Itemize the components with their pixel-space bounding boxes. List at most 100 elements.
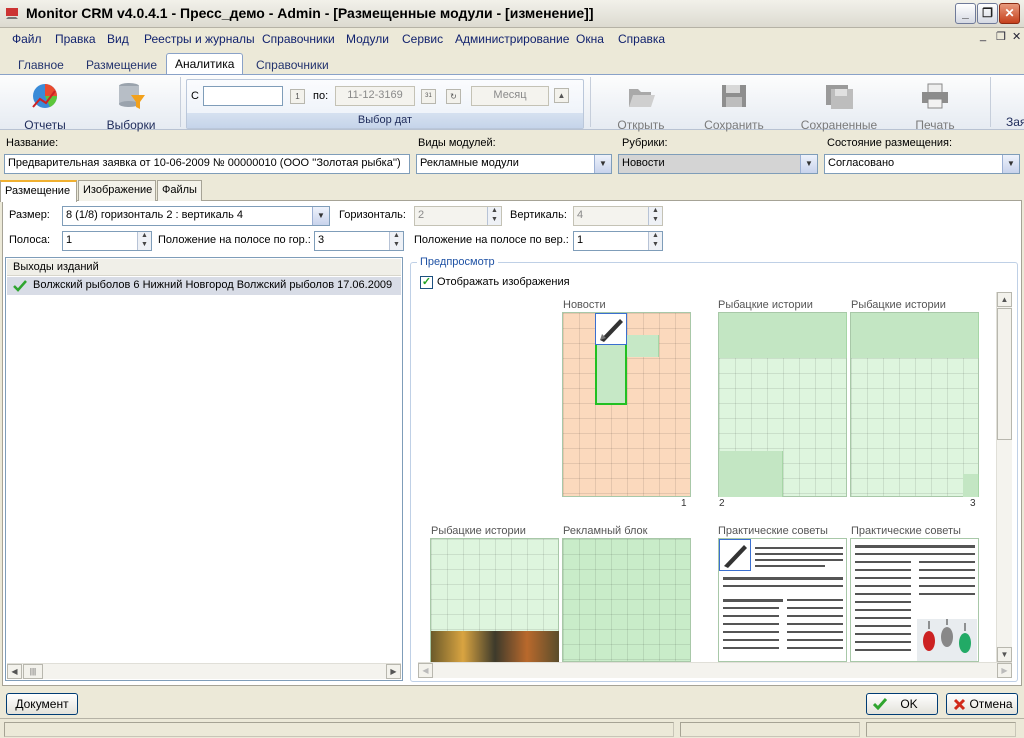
chevron-down-icon[interactable]: ▼ bbox=[1002, 155, 1019, 173]
scroll-left-icon[interactable]: ◀ bbox=[7, 664, 22, 679]
pos-v-spinner[interactable]: ▲ ▼ bbox=[648, 232, 662, 250]
state-select[interactable]: Согласовано ▼ bbox=[824, 154, 1020, 174]
checkmark-icon bbox=[13, 280, 27, 292]
scroll-down-icon[interactable]: ▼ bbox=[997, 647, 1012, 662]
cancel-button[interactable]: Отмена bbox=[946, 693, 1018, 715]
close-button[interactable]: ✕ bbox=[999, 3, 1020, 24]
tab-placement-detail[interactable]: Размещение bbox=[0, 180, 77, 202]
tab-analytics[interactable]: Аналитика bbox=[166, 53, 244, 75]
tab-image[interactable]: Изображение bbox=[78, 180, 156, 201]
saved-button[interactable]: Сохраненные bbox=[800, 79, 878, 132]
tab-directories[interactable]: Справочники bbox=[248, 55, 337, 75]
menu-edit[interactable]: Правка bbox=[55, 32, 96, 46]
scroll-thumb[interactable] bbox=[997, 308, 1012, 440]
band-spinner[interactable]: ▲ ▼ bbox=[137, 232, 151, 250]
preview-hscrollbar[interactable]: ◀ ▶ bbox=[418, 662, 1012, 678]
scroll-left-icon[interactable]: ◀ bbox=[418, 663, 433, 678]
tab-main[interactable]: Главное bbox=[10, 55, 72, 75]
preview-legend: Предпросмотр bbox=[417, 256, 498, 268]
restore-button[interactable]: ❐ bbox=[977, 3, 998, 24]
checkmark-icon bbox=[873, 698, 887, 710]
menu-help[interactable]: Справка bbox=[618, 32, 665, 46]
menu-directories[interactable]: Справочники bbox=[262, 32, 335, 46]
ribbon-tabs: Главное Размещение Аналитика Справочники bbox=[0, 52, 1024, 75]
page-title: Рыбацкие истории bbox=[851, 299, 946, 311]
band-input[interactable]: 1 ▲ ▼ bbox=[62, 231, 152, 251]
tab-files[interactable]: Файлы bbox=[157, 180, 202, 201]
calendar-to-icon[interactable]: 31 bbox=[421, 89, 436, 104]
requests-button-label[interactable]: Зая bbox=[1006, 115, 1024, 129]
state-label: Состояние размещения: bbox=[827, 137, 953, 149]
calendar-from-icon[interactable]: 1 bbox=[290, 89, 305, 104]
page-thumbnail[interactable] bbox=[718, 312, 847, 497]
band-label: Полоса: bbox=[9, 234, 51, 246]
preview-vscrollbar[interactable]: ▲ ▼ bbox=[996, 292, 1012, 662]
pos-v-input[interactable]: 1 ▲ ▼ bbox=[573, 231, 663, 251]
mdi-minimize-icon[interactable]: _ bbox=[980, 30, 986, 42]
document-button[interactable]: Документ bbox=[6, 693, 78, 715]
tab-placement[interactable]: Размещение bbox=[78, 55, 165, 75]
scroll-right-icon[interactable]: ▶ bbox=[386, 664, 401, 679]
period-toggle-icon[interactable]: ▲ bbox=[554, 88, 569, 103]
menu-administration[interactable]: Администрирование bbox=[455, 32, 569, 46]
ribbon-separator bbox=[590, 77, 591, 127]
reports-button[interactable]: Отчеты bbox=[10, 79, 80, 132]
issues-hscrollbar[interactable]: ◀ ||| ▶ bbox=[7, 663, 401, 679]
menu-file[interactable]: Файл bbox=[12, 32, 42, 46]
pos-h-input[interactable]: 3 ▲ ▼ bbox=[314, 231, 404, 251]
selections-button[interactable]: Выборки bbox=[96, 79, 166, 132]
pos-h-label: Положение на полосе по гор.: bbox=[158, 234, 311, 246]
page-thumbnail[interactable] bbox=[718, 538, 847, 662]
page-number: 1 bbox=[681, 498, 687, 509]
scroll-up-icon[interactable]: ▲ bbox=[997, 292, 1012, 307]
menu-view[interactable]: Вид bbox=[107, 32, 129, 46]
printer-icon bbox=[922, 83, 948, 109]
date-to-input[interactable]: 11-12-3169 bbox=[335, 86, 415, 106]
save-button[interactable]: Сохранить bbox=[698, 79, 770, 132]
ribbon: Отчеты Выборки С 1 по: 11-12-3169 31 ↻ М… bbox=[0, 74, 1024, 132]
rubrics-select[interactable]: Новости ▼ bbox=[618, 154, 818, 174]
horizontal-input[interactable]: 2 ▲ ▼ bbox=[414, 206, 502, 226]
list-item[interactable]: Волжский рыболов 6 Нижний Новгород Волжс… bbox=[7, 277, 401, 295]
vertical-spinner[interactable]: ▲ ▼ bbox=[648, 207, 662, 225]
page-thumbnail[interactable] bbox=[850, 312, 979, 497]
page-title: Практические советы bbox=[851, 525, 961, 537]
menu-service[interactable]: Сервис bbox=[402, 32, 443, 46]
pen-icon bbox=[595, 313, 627, 345]
saved-disks-icon bbox=[826, 85, 853, 109]
ok-button[interactable]: OK bbox=[866, 693, 938, 715]
vertical-input[interactable]: 4 ▲ ▼ bbox=[573, 206, 663, 226]
refresh-icon[interactable]: ↻ bbox=[446, 89, 461, 104]
show-images-checkbox[interactable]: ✓ bbox=[420, 276, 433, 289]
menu-registers[interactable]: Реестры и журналы bbox=[144, 32, 255, 46]
name-label: Название: bbox=[6, 137, 59, 149]
size-select[interactable]: 8 (1/8) горизонталь 2 : вертикаль 4 ▼ bbox=[62, 206, 330, 226]
scroll-thumb[interactable]: ||| bbox=[23, 664, 43, 679]
name-input[interactable]: Предварительная заявка от 10-06-2009 № 0… bbox=[4, 154, 410, 174]
page-thumbnail[interactable] bbox=[850, 538, 979, 662]
mdi-close-icon[interactable]: ✕ bbox=[1012, 30, 1021, 43]
minimize-button[interactable]: _ bbox=[955, 3, 976, 24]
fishing-lures-photo bbox=[917, 619, 977, 661]
chevron-down-icon[interactable]: ▼ bbox=[312, 207, 329, 225]
pos-h-spinner[interactable]: ▲ ▼ bbox=[389, 232, 403, 250]
date-from-input[interactable] bbox=[203, 86, 283, 106]
page-thumbnail[interactable] bbox=[562, 312, 691, 497]
page-thumbnail[interactable] bbox=[430, 538, 559, 662]
window-title: Monitor CRM v4.0.4.1 - Пресс_демо - Admi… bbox=[26, 5, 594, 21]
scroll-right-icon[interactable]: ▶ bbox=[997, 663, 1012, 678]
mdi-restore-icon[interactable]: ❐ bbox=[996, 30, 1006, 43]
menu-modules[interactable]: Модули bbox=[346, 32, 389, 46]
page-thumbnail[interactable] bbox=[562, 538, 691, 662]
module-types-select[interactable]: Рекламные модули ▼ bbox=[416, 154, 612, 174]
period-select[interactable]: Месяц bbox=[471, 86, 549, 106]
open-button[interactable]: Открыть bbox=[606, 79, 676, 132]
horizontal-spinner[interactable]: ▲ ▼ bbox=[487, 207, 501, 225]
chevron-down-icon[interactable]: ▼ bbox=[800, 155, 817, 173]
menu-windows[interactable]: Окна bbox=[576, 32, 604, 46]
print-button[interactable]: Печать bbox=[900, 79, 970, 132]
issues-list[interactable]: Выходы изданий Волжский рыболов 6 Нижний… bbox=[5, 257, 403, 681]
rubrics-label: Рубрики: bbox=[622, 137, 668, 149]
chevron-down-icon[interactable]: ▼ bbox=[594, 155, 611, 173]
horizontal-label: Горизонталь: bbox=[339, 209, 406, 221]
